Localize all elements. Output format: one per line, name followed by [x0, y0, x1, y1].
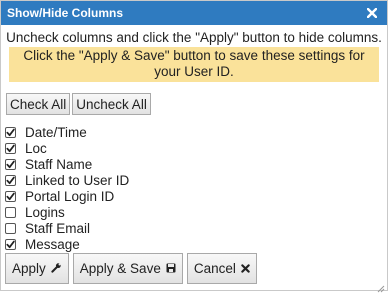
column-label: Date/Time	[25, 124, 87, 140]
instructions: Uncheck columns and click the "Apply" bu…	[1, 30, 387, 82]
instruction-save-note: Click the "Apply & Save" button to save …	[9, 47, 379, 82]
checkbox[interactable]	[5, 222, 16, 234]
cancel-label: Cancel	[193, 261, 236, 276]
column-item-staff-email[interactable]: Staff Email	[5, 220, 387, 236]
checkbox[interactable]	[5, 158, 16, 170]
column-label: Message	[25, 236, 80, 252]
save-icon	[166, 261, 176, 276]
check-buttons-row: Check All Uncheck All	[6, 93, 387, 115]
column-list: Date/Time Loc Staff Name Linked to User …	[5, 124, 387, 252]
column-item-logins[interactable]: Logins	[5, 204, 387, 220]
checkbox[interactable]	[5, 126, 16, 138]
column-item-message[interactable]: Message	[5, 236, 387, 252]
footer-buttons: Apply Apply & Save Cancel	[5, 253, 257, 284]
checkbox[interactable]	[5, 142, 16, 154]
wrench-icon	[51, 261, 62, 276]
checkbox[interactable]	[5, 174, 16, 186]
column-label: Staff Name	[25, 156, 93, 172]
instruction-line1: Uncheck columns and click the "Apply" bu…	[6, 30, 382, 45]
cancel-button[interactable]: Cancel	[186, 253, 257, 284]
show-hide-columns-dialog: Show/Hide Columns Uncheck columns and cl…	[0, 0, 388, 293]
column-item-date-time[interactable]: Date/Time	[5, 124, 387, 140]
check-all-button[interactable]: Check All	[6, 93, 71, 115]
uncheck-all-button[interactable]: Uncheck All	[72, 93, 151, 115]
column-label: Portal Login ID	[25, 188, 115, 204]
apply-label: Apply	[12, 261, 46, 276]
column-label: Linked to User ID	[25, 172, 130, 188]
resize-grip-icon[interactable]	[377, 280, 385, 293]
checkbox[interactable]	[5, 206, 16, 218]
column-label: Staff Email	[25, 220, 91, 236]
checkbox[interactable]	[5, 190, 16, 202]
close-icon	[241, 261, 250, 276]
checkbox[interactable]	[5, 238, 16, 250]
column-item-staff-name[interactable]: Staff Name	[5, 156, 387, 172]
apply-button[interactable]: Apply	[5, 253, 69, 284]
close-icon[interactable]	[365, 6, 379, 20]
column-item-portal-login-id[interactable]: Portal Login ID	[5, 188, 387, 204]
column-item-loc[interactable]: Loc	[5, 140, 387, 156]
dialog-titlebar[interactable]: Show/Hide Columns	[1, 1, 387, 25]
column-item-linked-user-id[interactable]: Linked to User ID	[5, 172, 387, 188]
column-label: Logins	[25, 204, 65, 220]
column-label: Loc	[25, 140, 47, 156]
apply-save-label: Apply & Save	[79, 261, 161, 276]
dialog-title: Show/Hide Columns	[7, 6, 124, 20]
apply-save-button[interactable]: Apply & Save	[72, 253, 183, 284]
